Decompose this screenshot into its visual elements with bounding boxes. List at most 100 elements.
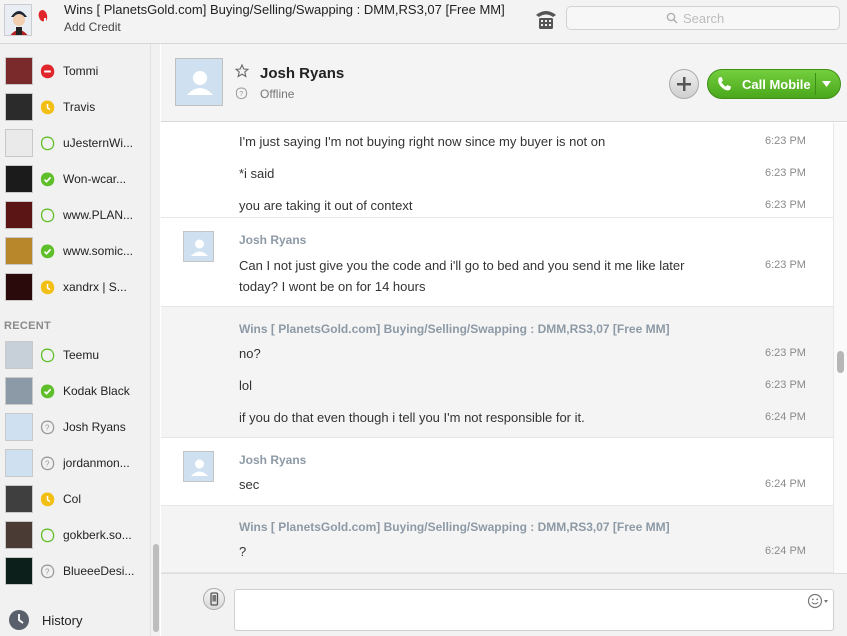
message-scroll-thumb[interactable]	[837, 351, 844, 373]
svg-text:?: ?	[45, 424, 50, 433]
dial-pad-icon[interactable]	[534, 8, 558, 30]
contact-name: Travis	[63, 100, 96, 114]
svg-text:?: ?	[45, 460, 50, 469]
contact-avatar	[5, 377, 33, 405]
contact-avatar	[5, 341, 33, 369]
message-group: Wins [ PlanetsGold.com] Buying/Selling/S…	[161, 307, 833, 438]
message-group: I'm just saying I'm not buying right now…	[161, 123, 833, 218]
message-timestamp: 6:23 PM	[765, 135, 806, 147]
contact-avatar	[5, 201, 33, 229]
contact-item[interactable]: Col	[0, 482, 150, 518]
message-group: Josh Ryans sec 6:24 PM	[161, 438, 833, 506]
contact-name: Josh Ryans	[63, 420, 126, 434]
contact-item[interactable]: Tommi	[0, 54, 150, 90]
conversation-header: Josh Ryans ? Offline Call Mobile	[161, 44, 847, 122]
contact-name: Won-wcar...	[63, 172, 127, 186]
message-timestamp: 6:23 PM	[765, 347, 806, 359]
contact-avatar[interactable]	[175, 58, 223, 106]
call-mobile-button[interactable]: Call Mobile	[707, 69, 841, 99]
add-credit-link[interactable]: Add Credit	[64, 20, 121, 34]
svg-text:?: ?	[239, 91, 243, 98]
contact-name: uJesternWi...	[63, 136, 134, 150]
message-timestamp: 6:24 PM	[765, 411, 806, 423]
message-input[interactable]	[234, 589, 834, 631]
offline-status-icon: ?	[40, 564, 55, 579]
contact-name: Col	[63, 492, 82, 506]
contact-avatar	[5, 521, 33, 549]
sender-name: Wins [ PlanetsGold.com] Buying/Selling/S…	[239, 520, 670, 534]
online-status-icon	[40, 208, 55, 223]
add-people-button[interactable]	[669, 69, 699, 99]
online-status-icon	[40, 172, 55, 187]
contact-name: www.somic...	[63, 244, 134, 258]
svg-text:?: ?	[45, 568, 50, 577]
online-status-icon	[40, 528, 55, 543]
message-group: Josh Ryans Can I not just give you the co…	[161, 218, 833, 307]
contact-name: BlueeeDesi...	[63, 564, 135, 578]
contact-avatar	[5, 485, 33, 513]
offline-status-icon: ?	[40, 420, 55, 435]
message-history[interactable]: I'm just saying I'm not buying right now…	[161, 123, 833, 573]
message-timestamp: 6:23 PM	[765, 199, 806, 211]
online-status-icon	[40, 136, 55, 151]
message-composer	[161, 573, 847, 636]
message-group: Wins [ PlanetsGold.com] Buying/Selling/S…	[161, 506, 833, 573]
emoticon-icon[interactable]	[807, 593, 829, 609]
message-text: lol	[239, 378, 253, 393]
contact-avatar	[5, 165, 33, 193]
search-box[interactable]	[566, 6, 840, 30]
message-timestamp: 6:24 PM	[765, 478, 806, 490]
contact-name: gokberk.so...	[63, 528, 132, 542]
contact-item[interactable]: Teemu	[0, 338, 150, 374]
call-button-divider	[815, 73, 816, 95]
sms-button[interactable]	[203, 588, 225, 610]
contact-avatar	[5, 413, 33, 441]
away-status-icon	[40, 100, 55, 115]
contact-avatar	[5, 57, 33, 85]
history-button[interactable]: History	[0, 604, 150, 636]
contact-avatar	[5, 129, 33, 157]
contact-item[interactable]: gokberk.so...	[0, 518, 150, 554]
message-scrollbar[interactable]	[833, 123, 847, 573]
contact-avatar	[5, 557, 33, 585]
contact-item[interactable]: www.PLAN...	[0, 198, 150, 234]
dnd-status-icon	[40, 64, 55, 79]
contact-item[interactable]: Kodak Black	[0, 374, 150, 410]
sidebar-scrollbar[interactable]	[150, 44, 160, 636]
contact-name: jordanmon...	[63, 456, 130, 470]
contact-item[interactable]: www.somic...	[0, 234, 150, 270]
contact-name: Tommi	[63, 64, 99, 78]
plus-icon	[677, 77, 691, 91]
sidebar-scroll-thumb[interactable]	[153, 544, 159, 632]
message-text: I'm just saying I'm not buying right now…	[239, 134, 606, 149]
top-bar: Wins [ PlanetsGold.com] Buying/Selling/S…	[0, 0, 847, 44]
contact-item[interactable]: ? BlueeeDesi...	[0, 554, 150, 590]
search-input[interactable]	[683, 10, 833, 27]
contact-item[interactable]: xandrx | S...	[0, 270, 150, 306]
contact-name: Josh Ryans	[260, 65, 345, 82]
online-status-icon	[40, 244, 55, 259]
star-icon[interactable]	[235, 64, 249, 78]
contact-status: Offline	[260, 87, 295, 101]
sender-name: Josh Ryans	[239, 233, 307, 247]
contact-avatar	[5, 273, 33, 301]
my-avatar[interactable]	[4, 4, 32, 36]
message-text: ?	[239, 544, 247, 559]
contact-name: xandrx | S...	[63, 280, 127, 294]
sender-avatar[interactable]	[183, 451, 214, 482]
mobile-phone-icon	[210, 592, 219, 606]
search-icon	[666, 12, 678, 24]
contact-item[interactable]: ? Josh Ryans	[0, 410, 150, 446]
contact-avatar	[5, 237, 33, 265]
contact-name: Teemu	[63, 348, 100, 362]
message-timestamp: 6:23 PM	[765, 379, 806, 391]
contact-item[interactable]: ? jordanmon...	[0, 446, 150, 482]
contact-name: Kodak Black	[63, 384, 130, 398]
chevron-down-icon[interactable]	[822, 81, 831, 87]
contact-item[interactable]: uJesternWi...	[0, 126, 150, 162]
sender-avatar[interactable]	[183, 231, 214, 262]
contact-item[interactable]: Won-wcar...	[0, 162, 150, 198]
dnd-status-icon	[38, 10, 48, 22]
contact-item[interactable]: Travis	[0, 90, 150, 126]
sender-name: Wins [ PlanetsGold.com] Buying/Selling/S…	[239, 322, 670, 336]
